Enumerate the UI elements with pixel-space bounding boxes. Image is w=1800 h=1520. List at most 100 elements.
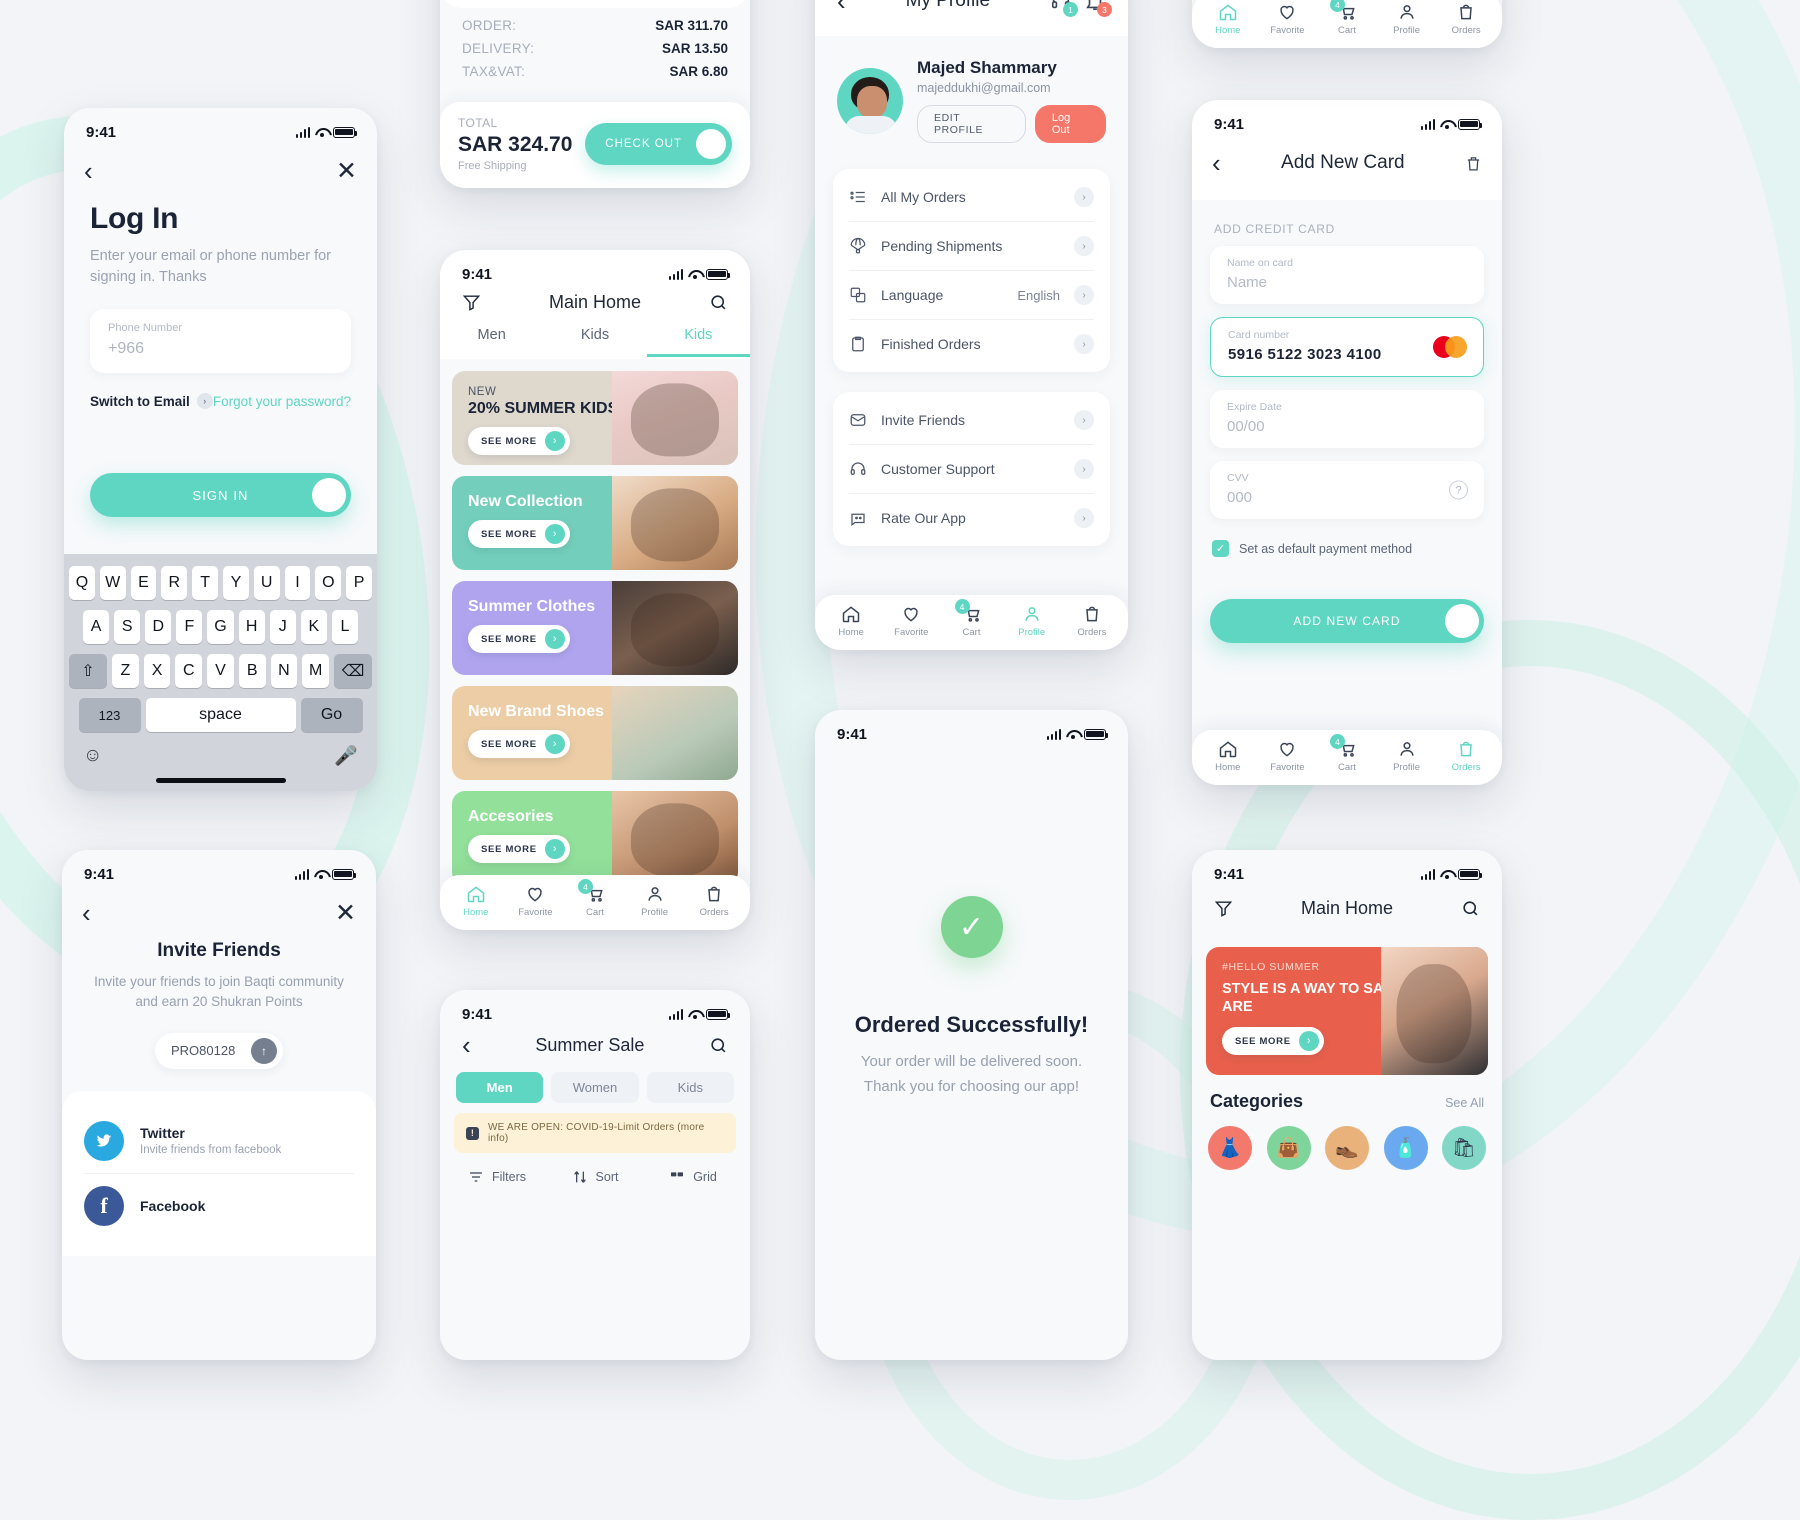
phone-input[interactable]: Phone Number +966 — [90, 309, 351, 374]
share-row-twitter[interactable]: Twitter Invite friends from facebook — [84, 1109, 354, 1174]
see-all-link[interactable]: See All — [1445, 1096, 1484, 1110]
avatar[interactable] — [837, 67, 903, 134]
nav-item-home[interactable]: Home — [1198, 739, 1258, 773]
key-l[interactable]: L — [331, 610, 358, 644]
nav-item-cart[interactable]: 4 Cart — [565, 879, 625, 918]
back-button[interactable]: ‹ — [82, 900, 91, 926]
nav-item-profile[interactable]: Profile — [1002, 604, 1062, 638]
key-n[interactable]: N — [270, 654, 298, 688]
search-icon[interactable] — [1461, 899, 1480, 918]
menu-item-rate-our-app[interactable]: Rate Our App › — [849, 494, 1094, 542]
nav-item-orders[interactable]: Orders — [1436, 2, 1496, 36]
key-k[interactable]: K — [300, 610, 327, 644]
pill-men[interactable]: Men — [456, 1072, 544, 1103]
space-key[interactable]: space — [145, 698, 296, 732]
microphone-icon[interactable]: 🎤 — [334, 744, 358, 768]
virtual-keyboard[interactable]: Q W E R T Y U I O P A S D F G H J K L ⇧ … — [64, 554, 377, 791]
see-more-button[interactable]: SEE MORE › — [468, 427, 570, 456]
forgot-password-link[interactable]: Forgot your password? — [213, 394, 351, 409]
share-arrow-icon[interactable]: ↑ — [251, 1037, 277, 1064]
promo-banner[interactable]: #HELLO SUMMER STYLE IS A WAY TO SAY WHO … — [1206, 947, 1488, 1075]
help-icon[interactable]: ? — [1449, 480, 1468, 500]
nav-item-orders[interactable]: Orders — [1436, 739, 1496, 773]
name-on-card-input[interactable]: Name on card Name — [1210, 246, 1484, 304]
default-payment-row[interactable]: ✓ Set as default payment method — [1192, 532, 1502, 557]
expire-date-input[interactable]: Expire Date 00/00 — [1210, 390, 1484, 448]
filters-button[interactable]: Filters — [448, 1169, 546, 1185]
backspace-key[interactable]: ⌫ — [334, 654, 373, 688]
support-button[interactable]: 1 — [1050, 0, 1078, 17]
go-key[interactable]: Go — [300, 698, 363, 732]
cvv-input[interactable]: CVV 000 ? — [1210, 461, 1484, 519]
filter-icon[interactable] — [462, 293, 481, 312]
close-button[interactable]: ✕ — [336, 158, 357, 184]
pill-women[interactable]: Women — [551, 1072, 639, 1103]
close-button[interactable]: ✕ — [335, 900, 356, 926]
key-a[interactable]: A — [83, 610, 110, 644]
nav-item-favorite[interactable]: Favorite — [1258, 739, 1318, 773]
nav-item-home[interactable]: Home — [821, 604, 881, 638]
back-button[interactable]: ‹ — [1212, 150, 1221, 176]
banner-summer-kids[interactable]: NEW 20% SUMMER KIDS SEE MORE › — [452, 371, 738, 465]
banner-summer-clothes[interactable]: Summer Clothes SEE MORE › — [452, 581, 738, 675]
edit-profile-button[interactable]: EDIT PROFILE — [917, 105, 1026, 143]
nav-item-profile[interactable]: Profile — [625, 884, 685, 918]
share-row-facebook[interactable]: f Facebook — [84, 1174, 354, 1238]
menu-item-pending-shipments[interactable]: Pending Shipments › — [849, 222, 1094, 271]
key-w[interactable]: W — [99, 566, 126, 600]
card-number-input[interactable]: Card number 5916 5122 3023 4100 — [1210, 317, 1484, 377]
key-p[interactable]: P — [346, 566, 372, 600]
key-u[interactable]: U — [253, 566, 280, 600]
nav-item-orders[interactable]: Orders — [684, 884, 744, 918]
nav-item-favorite[interactable]: Favorite — [1258, 2, 1318, 36]
pill-kids[interactable]: Kids — [646, 1072, 734, 1103]
key-c[interactable]: C — [175, 654, 203, 688]
tab-kids[interactable]: Kids — [543, 319, 646, 357]
trash-icon[interactable] — [1465, 154, 1482, 173]
emoji-icon[interactable]: ☺ — [83, 745, 102, 767]
switch-to-email-button[interactable]: Switch to Email › — [90, 393, 213, 410]
nav-item-profile[interactable]: Profile — [1377, 739, 1437, 773]
promo-code-chip[interactable]: PRO80128 ↑ — [155, 1032, 283, 1069]
key-s[interactable]: S — [114, 610, 141, 644]
nav-item-favorite[interactable]: Favorite — [881, 604, 941, 638]
nav-item-home[interactable]: Home — [1198, 2, 1258, 36]
key-d[interactable]: D — [145, 610, 172, 644]
shift-key[interactable]: ⇧ — [68, 654, 107, 688]
notifications-button[interactable]: 3 — [1084, 0, 1112, 17]
perfume-category-icon[interactable]: 🧴 — [1383, 1126, 1428, 1170]
checkout-button[interactable]: CHECK OUT › — [585, 123, 732, 165]
filter-icon[interactable] — [1214, 899, 1233, 918]
search-icon[interactable] — [709, 293, 728, 312]
log-out-button[interactable]: Log Out — [1034, 105, 1106, 143]
sort-button[interactable]: Sort — [546, 1169, 644, 1185]
key-e[interactable]: E — [130, 566, 157, 600]
key-g[interactable]: G — [207, 610, 234, 644]
menu-item-finished-orders[interactable]: Finished Orders › — [849, 320, 1094, 368]
nav-item-home[interactable]: Home — [446, 884, 506, 918]
key-f[interactable]: F — [176, 610, 203, 644]
see-more-button[interactable]: SEE MORE › — [468, 730, 570, 759]
key-b[interactable]: B — [238, 654, 266, 688]
dress-category-icon[interactable]: 👗 — [1208, 1126, 1252, 1170]
back-button[interactable]: ‹ — [462, 1032, 471, 1058]
nav-item-favorite[interactable]: Favorite — [506, 884, 566, 918]
bag-category-icon[interactable]: 👜 — [1266, 1126, 1311, 1170]
key-r[interactable]: R — [161, 566, 188, 600]
tab-kids-active[interactable]: Kids — [646, 319, 750, 357]
banner-new-brand-shoes[interactable]: New Brand Shoes SEE MORE › — [452, 686, 738, 780]
key-m[interactable]: M — [302, 654, 330, 688]
key-y[interactable]: Y — [223, 566, 249, 600]
menu-item-all-my-orders[interactable]: All My Orders › — [849, 173, 1094, 222]
see-more-button[interactable]: SEE MORE › — [468, 625, 570, 654]
menu-item-language[interactable]: Language English › — [849, 271, 1094, 320]
key-j[interactable]: J — [269, 610, 296, 644]
key-t[interactable]: T — [192, 566, 218, 600]
back-button[interactable]: ‹ — [837, 0, 846, 14]
key-h[interactable]: H — [238, 610, 265, 644]
tote-category-icon[interactable]: 🛍 — [1442, 1126, 1486, 1170]
grid-button[interactable]: Grid — [644, 1169, 742, 1185]
see-more-button[interactable]: SEE MORE › — [1222, 1027, 1324, 1056]
key-z[interactable]: Z — [111, 654, 139, 688]
see-more-button[interactable]: SEE MORE › — [468, 835, 570, 864]
